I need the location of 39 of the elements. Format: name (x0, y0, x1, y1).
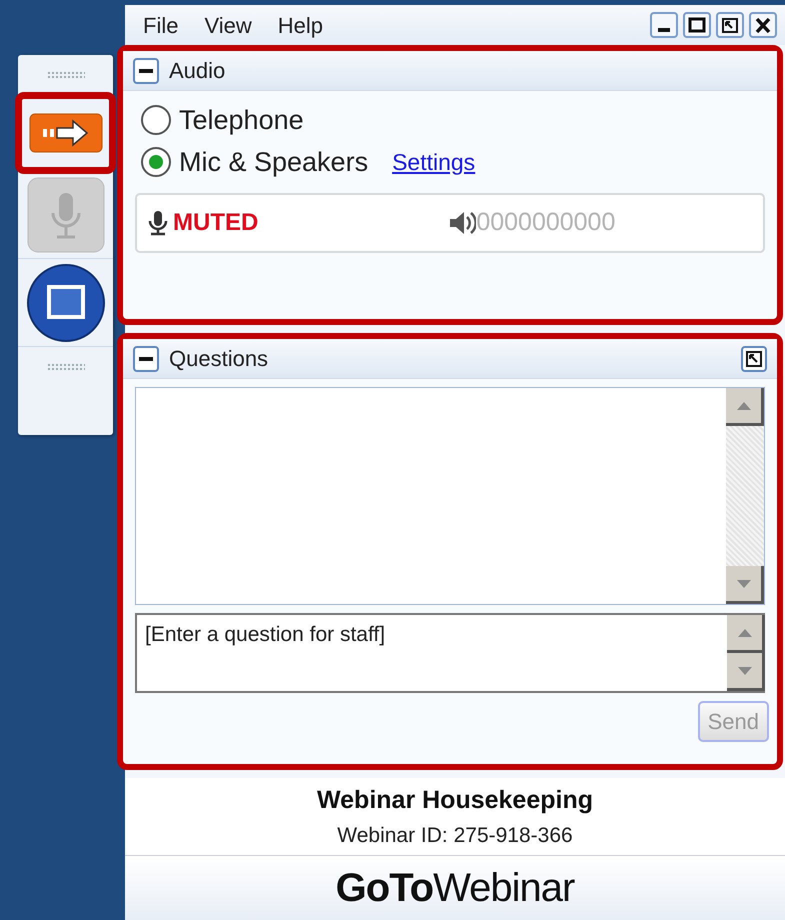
down-arrow-icon (736, 578, 752, 588)
panel-title: Questions (169, 345, 270, 373)
settings-link[interactable]: Settings (392, 144, 476, 180)
popout-icon (744, 348, 764, 368)
close-button[interactable] (749, 12, 777, 38)
mute-status: MUTED (173, 208, 258, 238)
radio-button[interactable] (141, 147, 171, 177)
speaker-icon (448, 210, 476, 236)
popout-button[interactable] (741, 346, 767, 372)
menu-item[interactable]: File (143, 8, 178, 42)
scroll-down-button[interactable] (726, 566, 764, 604)
radio-button[interactable] (141, 105, 171, 135)
scroll-up-button[interactable] (726, 388, 764, 426)
collapse-button[interactable] (133, 346, 159, 372)
gotowebinar-logo: GoToWebinar (125, 856, 785, 920)
menu-item[interactable]: View (204, 8, 252, 42)
collapse-button[interactable] (133, 58, 159, 84)
maximize-button[interactable] (683, 12, 711, 38)
minus-icon (139, 68, 153, 72)
menu-item[interactable]: Help (278, 8, 323, 42)
option-label[interactable]: Mic & Speakers (179, 142, 368, 182)
screen-button[interactable] (26, 262, 106, 342)
webinar-id: Webinar ID: 275-918-366 (337, 822, 573, 848)
minus-icon (139, 356, 153, 360)
up-arrow-icon (736, 400, 752, 410)
screen-icon (26, 262, 106, 342)
grip-icon[interactable] (46, 71, 84, 79)
arrow-button[interactable] (28, 112, 102, 152)
webinar-title: Webinar Housekeeping (317, 785, 593, 816)
radio-dot-icon (149, 155, 163, 169)
panel-title: Audio (169, 57, 226, 85)
grip-icon[interactable] (46, 363, 84, 371)
microphone-icon (26, 176, 104, 252)
speaker-level: 0000000000 (476, 207, 616, 238)
option-label[interactable]: Telephone (179, 100, 304, 140)
microphone-icon (147, 210, 169, 236)
minimize-button[interactable] (650, 12, 678, 38)
minimize-icon (658, 28, 670, 32)
restore-button[interactable] (716, 12, 744, 38)
